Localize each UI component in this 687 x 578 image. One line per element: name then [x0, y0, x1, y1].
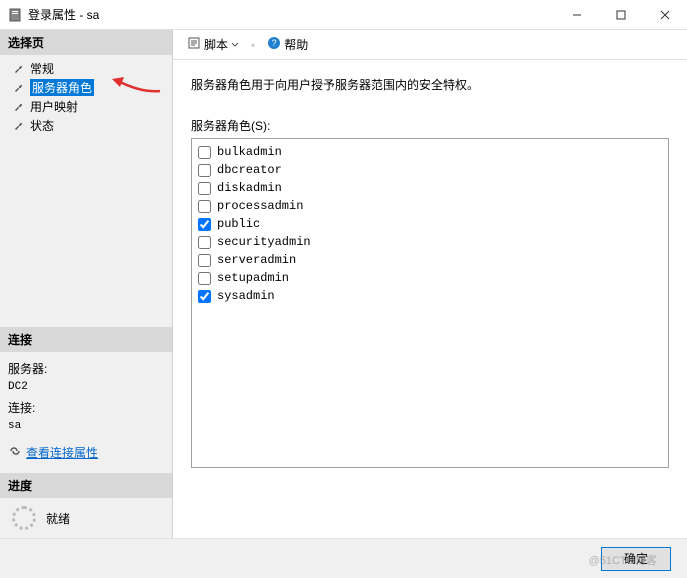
- nav-item-general[interactable]: 常规: [0, 59, 172, 78]
- nav-label: 状态: [30, 117, 54, 134]
- wrench-icon: [12, 100, 26, 114]
- role-name: public: [217, 215, 260, 233]
- titlebar: 登录属性 - sa: [0, 0, 687, 30]
- role-name: diskadmin: [217, 179, 282, 197]
- nav-list: 常规 服务器角色 用户映射 状态: [0, 55, 172, 145]
- connection-content: 服务器: DC2 连接: sa 查看连接属性: [0, 352, 172, 473]
- roles-label: 服务器角色(S):: [191, 117, 669, 134]
- main-layout: 选择页 常规 服务器角色 用户映射 状态: [0, 30, 687, 538]
- app-icon: [8, 8, 22, 22]
- pages-header: 选择页: [0, 30, 172, 55]
- window-controls: [555, 0, 687, 30]
- role-item[interactable]: bulkadmin: [198, 143, 662, 161]
- role-checkbox[interactable]: [198, 182, 211, 195]
- wrench-icon: [12, 62, 26, 76]
- wrench-icon: [12, 81, 26, 95]
- watermark-text: @51CTO博客: [589, 552, 657, 568]
- left-panel: 选择页 常规 服务器角色 用户映射 状态: [0, 30, 173, 538]
- content-area: 服务器角色用于向用户授予服务器范围内的安全特权。 服务器角色(S): bulka…: [173, 60, 687, 538]
- connection-value: sa: [8, 418, 164, 436]
- role-name: processadmin: [217, 197, 303, 215]
- dialog-footer: 确定 @51CTO博客: [0, 538, 687, 578]
- script-label: 脚本: [204, 36, 228, 53]
- role-checkbox[interactable]: [198, 254, 211, 267]
- connection-icon: [8, 444, 22, 463]
- role-item[interactable]: sysadmin: [198, 287, 662, 305]
- right-panel: 脚本 ▪ ? 帮助 服务器角色用于向用户授予服务器范围内的安全特权。 服务器角色…: [173, 30, 687, 538]
- role-item[interactable]: processadmin: [198, 197, 662, 215]
- role-name: dbcreator: [217, 161, 282, 179]
- role-item[interactable]: public: [198, 215, 662, 233]
- progress-header: 进度: [0, 473, 172, 498]
- role-checkbox[interactable]: [198, 290, 211, 303]
- connection-section: 连接 服务器: DC2 连接: sa 查看连接属性: [0, 327, 172, 473]
- nav-item-user-mapping[interactable]: 用户映射: [0, 97, 172, 116]
- view-connection-link[interactable]: 查看连接属性: [8, 444, 98, 463]
- role-checkbox[interactable]: [198, 146, 211, 159]
- spinner-icon: [12, 506, 36, 530]
- nav-item-status[interactable]: 状态: [0, 116, 172, 135]
- progress-content: 就绪: [0, 498, 172, 538]
- nav-label: 服务器角色: [30, 79, 94, 96]
- role-name: bulkadmin: [217, 143, 282, 161]
- role-checkbox[interactable]: [198, 272, 211, 285]
- toolbar-separator: ▪: [251, 38, 255, 52]
- chevron-down-icon: [231, 38, 239, 52]
- wrench-icon: [12, 119, 26, 133]
- role-item[interactable]: setupadmin: [198, 269, 662, 287]
- arrow-annotation-icon: [112, 77, 162, 97]
- help-label: 帮助: [284, 36, 308, 53]
- role-item[interactable]: securityadmin: [198, 233, 662, 251]
- window-title: 登录属性 - sa: [28, 6, 555, 23]
- close-button[interactable]: [643, 0, 687, 30]
- help-icon: ?: [267, 36, 281, 53]
- role-checkbox[interactable]: [198, 200, 211, 213]
- role-checkbox[interactable]: [198, 164, 211, 177]
- roles-listbox[interactable]: bulkadmindbcreatordiskadminprocessadminp…: [191, 138, 669, 468]
- maximize-button[interactable]: [599, 0, 643, 30]
- role-item[interactable]: diskadmin: [198, 179, 662, 197]
- script-button[interactable]: 脚本: [183, 34, 243, 55]
- view-connection-text: 查看连接属性: [26, 444, 98, 463]
- connection-header: 连接: [0, 327, 172, 352]
- nav-label: 用户映射: [30, 98, 78, 115]
- progress-section: 进度 就绪: [0, 473, 172, 538]
- server-value: DC2: [8, 379, 164, 397]
- toolbar: 脚本 ▪ ? 帮助: [173, 30, 687, 60]
- nav-label: 常规: [30, 60, 54, 77]
- role-item[interactable]: serveradmin: [198, 251, 662, 269]
- role-name: setupadmin: [217, 269, 289, 287]
- pages-section: 选择页 常规 服务器角色 用户映射 状态: [0, 30, 172, 327]
- role-name: sysadmin: [217, 287, 275, 305]
- server-label: 服务器:: [8, 360, 164, 379]
- role-checkbox[interactable]: [198, 218, 211, 231]
- svg-text:?: ?: [272, 38, 277, 48]
- role-item[interactable]: dbcreator: [198, 161, 662, 179]
- description-text: 服务器角色用于向用户授予服务器范围内的安全特权。: [191, 76, 669, 93]
- role-name: securityadmin: [217, 233, 311, 251]
- help-button[interactable]: ? 帮助: [263, 34, 312, 55]
- minimize-button[interactable]: [555, 0, 599, 30]
- role-checkbox[interactable]: [198, 236, 211, 249]
- script-icon: [187, 36, 201, 53]
- progress-status: 就绪: [46, 510, 70, 527]
- connection-label: 连接:: [8, 399, 164, 418]
- role-name: serveradmin: [217, 251, 296, 269]
